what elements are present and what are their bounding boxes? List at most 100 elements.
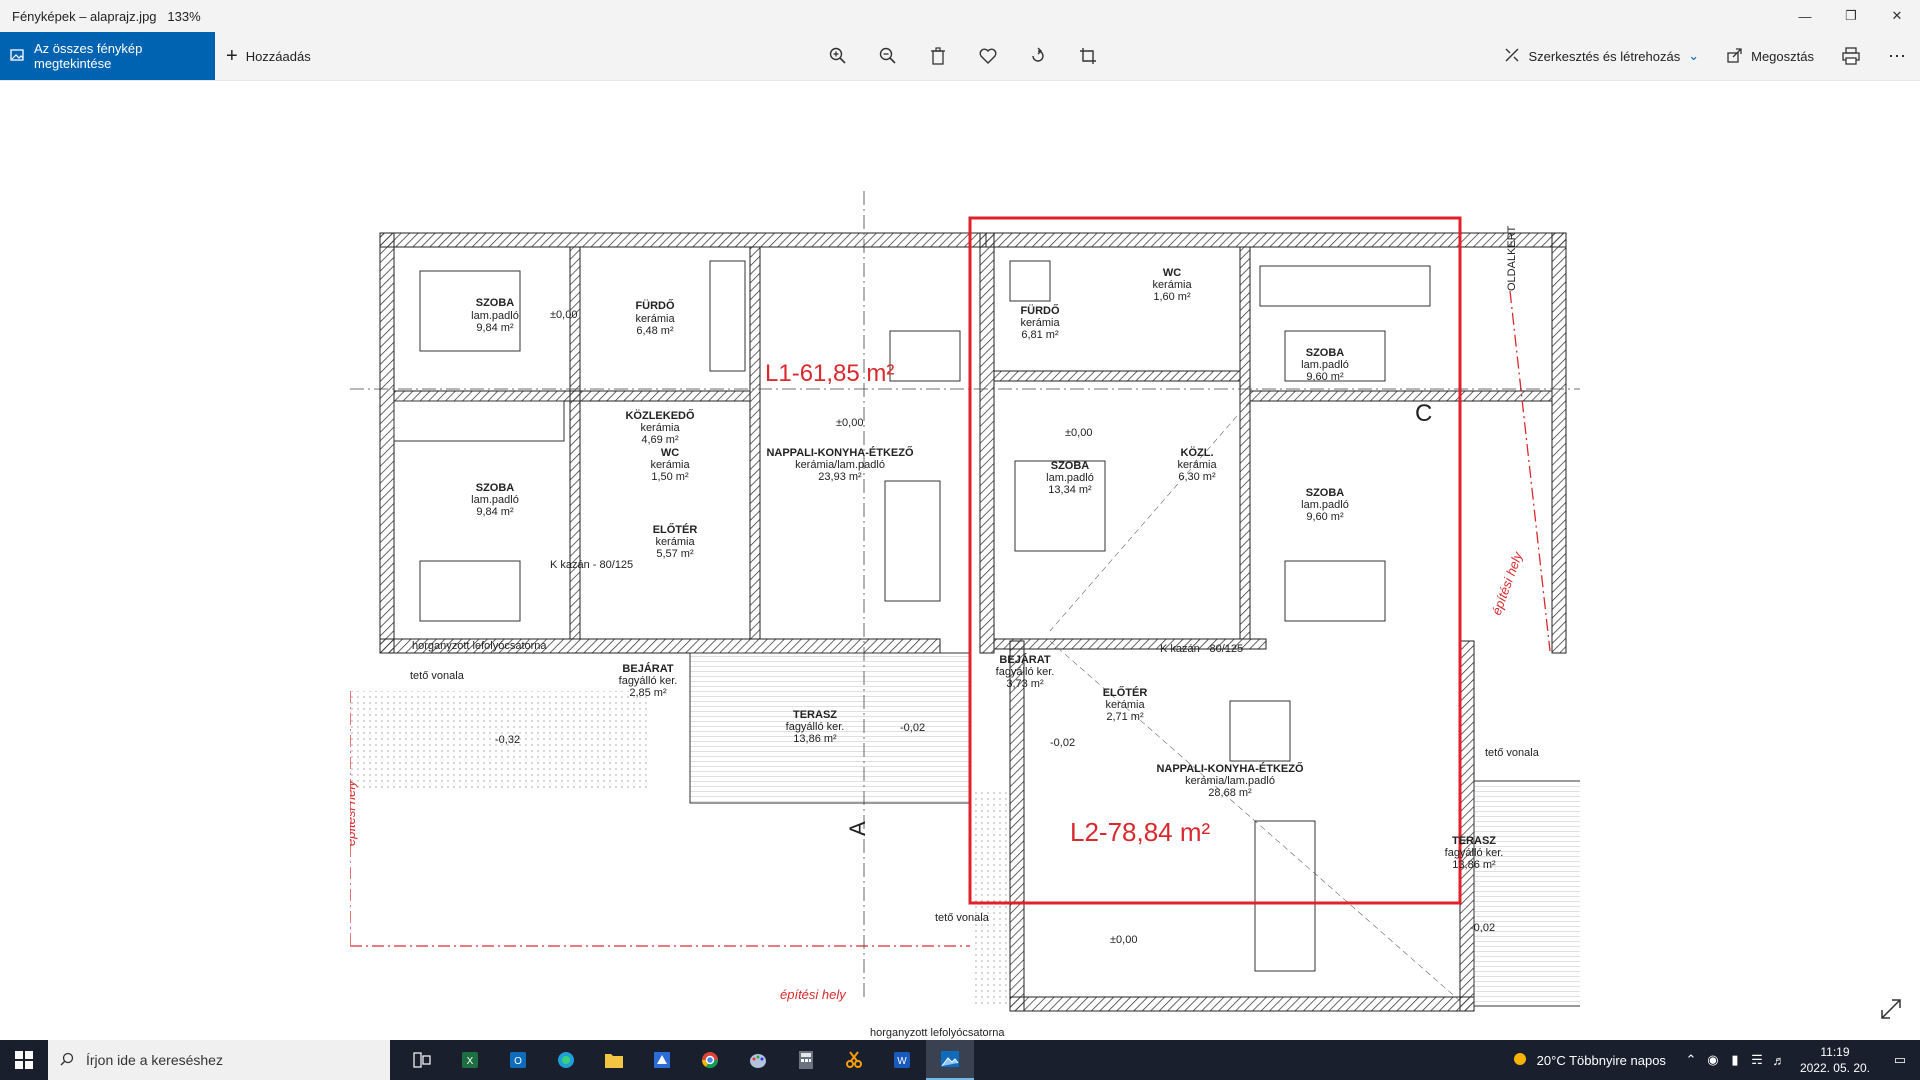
- wardrobe-1: [393, 400, 565, 442]
- svg-text:KÖZL.: KÖZL.: [1181, 446, 1214, 459]
- svg-text:fagyálló ker.: fagyálló ker.: [786, 721, 845, 733]
- wall-right-lower: [1459, 640, 1475, 1012]
- windows-start-icon[interactable]: [0, 1040, 48, 1080]
- photos-icon: [10, 48, 24, 65]
- svg-text:9,84 m²: 9,84 m²: [476, 322, 514, 334]
- svg-text:-0,02: -0,02: [1470, 922, 1495, 934]
- outlook-icon[interactable]: O: [494, 1040, 542, 1080]
- zoom-in-icon[interactable]: [820, 38, 856, 74]
- svg-text:5,57 m²: 5,57 m²: [656, 548, 694, 560]
- svg-text:kerámia/lam.padló: kerámia/lam.padló: [795, 459, 885, 471]
- photos-app-icon[interactable]: [926, 1040, 974, 1080]
- snipping-tool-icon[interactable]: [830, 1040, 878, 1080]
- battery-icon[interactable]: ▮: [1724, 1040, 1746, 1080]
- svg-text:23,93 m²: 23,93 m²: [818, 471, 862, 483]
- svg-text:±0,00: ±0,00: [1065, 427, 1092, 439]
- rotate-icon[interactable]: [1020, 38, 1056, 74]
- zoom-out-icon[interactable]: [870, 38, 906, 74]
- notifications-icon[interactable]: ▭: [1880, 1040, 1920, 1080]
- file-explorer-icon[interactable]: [590, 1040, 638, 1080]
- volume-icon[interactable]: ♬: [1768, 1040, 1790, 1080]
- table-2: [1229, 700, 1291, 762]
- share-button[interactable]: Megosztás: [1713, 32, 1828, 80]
- network-icon[interactable]: ☴: [1746, 1040, 1768, 1080]
- svg-text:K kazán - 80/125: K kazán - 80/125: [550, 559, 633, 571]
- svg-text:kerámia: kerámia: [1020, 317, 1060, 329]
- svg-text:TERASZ: TERASZ: [1452, 835, 1496, 847]
- close-button[interactable]: ✕: [1874, 0, 1920, 32]
- svg-text:28,68 m²: 28,68 m²: [1208, 787, 1252, 799]
- svg-text:TERASZ: TERASZ: [793, 709, 837, 721]
- shower: [1009, 260, 1051, 302]
- clock[interactable]: 11:19 2022. 05. 20.: [1790, 1044, 1880, 1076]
- plan-notes: horganyzott lefolyócsatorna tető vonala …: [350, 226, 1540, 1039]
- bath-tub: [709, 260, 746, 372]
- svg-text:9,84 m²: 9,84 m²: [476, 506, 514, 518]
- plus-icon: +: [226, 44, 238, 67]
- weather-widget[interactable]: 20°C Többnyire napos: [1511, 1050, 1680, 1071]
- svg-text:lam.padló: lam.padló: [1301, 499, 1349, 511]
- svg-text:horganyzott lefolyócsatorna: horganyzott lefolyócsatorna: [870, 1027, 1005, 1039]
- svg-text:ELŐTÉR: ELŐTÉR: [653, 523, 698, 536]
- svg-text:SZOBA: SZOBA: [476, 297, 515, 309]
- word-icon[interactable]: W: [878, 1040, 926, 1080]
- image-canvas: L1-61,85 m² L2-78,84 m² A C SZOBA lam.pa…: [0, 81, 1920, 1039]
- svg-text:ELŐTÉR: ELŐTÉR: [1103, 686, 1148, 699]
- svg-text:1,50 m²: 1,50 m²: [651, 471, 689, 483]
- chrome-icon[interactable]: [686, 1040, 734, 1080]
- svg-text:K kazán - 80/125: K kazán - 80/125: [1160, 643, 1243, 655]
- svg-text:lam.padló: lam.padló: [1301, 359, 1349, 371]
- minimize-button[interactable]: —: [1782, 0, 1828, 32]
- meet-now-icon[interactable]: ◉: [1702, 1040, 1724, 1080]
- expand-icon[interactable]: [1880, 998, 1902, 1025]
- app-icon-blue[interactable]: [638, 1040, 686, 1080]
- excel-icon[interactable]: X: [446, 1040, 494, 1080]
- wall-top-right: [985, 232, 1567, 248]
- edit-create-button[interactable]: Szerkesztés és létrehozás ⌄: [1490, 32, 1713, 80]
- svg-text:-0,02: -0,02: [1050, 737, 1075, 749]
- l1-area-label: L1-61,85 m²: [765, 360, 894, 387]
- paint-icon[interactable]: [734, 1040, 782, 1080]
- floor-plan-image: L1-61,85 m² L2-78,84 m² A C SZOBA lam.pa…: [350, 191, 1580, 1039]
- wall-inner-left-2: [749, 246, 761, 640]
- wall-inner-h3: [1249, 390, 1553, 402]
- svg-text:FÜRDŐ: FÜRDŐ: [635, 299, 675, 312]
- edge-icon[interactable]: [542, 1040, 590, 1080]
- all-photos-button[interactable]: Az összes fénykép megtekintése: [0, 32, 215, 80]
- svg-text:2,71 m²: 2,71 m²: [1106, 711, 1144, 723]
- svg-text:NAPPALI-KONYHA-ÉTKEZŐ: NAPPALI-KONYHA-ÉTKEZŐ: [1156, 762, 1304, 775]
- l2-area-label: L2-78,84 m²: [1070, 817, 1211, 847]
- bed-2: [419, 560, 521, 622]
- more-icon[interactable]: ⋯: [1874, 32, 1920, 80]
- svg-text:WC: WC: [1163, 267, 1181, 279]
- delete-icon[interactable]: [920, 38, 956, 74]
- add-button[interactable]: + Hozzáadás: [226, 32, 311, 80]
- sun-icon: [1511, 1050, 1529, 1071]
- restore-button[interactable]: ❐: [1828, 0, 1874, 32]
- bed-4: [1284, 560, 1386, 622]
- svg-text:1,60 m²: 1,60 m²: [1153, 291, 1191, 303]
- section-a-marker: A: [845, 821, 870, 836]
- wall-mid: [979, 232, 995, 654]
- print-icon[interactable]: [1828, 32, 1874, 80]
- wall-inner-right-1: [1239, 246, 1251, 640]
- favorite-icon[interactable]: [970, 38, 1006, 74]
- wall-right: [1551, 232, 1567, 654]
- crop-icon[interactable]: [1070, 38, 1106, 74]
- wall-inner-left-1: [569, 246, 581, 640]
- svg-text:KÖZLEKEDŐ: KÖZLEKEDŐ: [625, 409, 695, 422]
- svg-text:kerámia: kerámia: [650, 459, 690, 471]
- svg-text:6,81 m²: 6,81 m²: [1021, 329, 1059, 341]
- svg-text:tető vonala: tető vonala: [1485, 747, 1540, 759]
- task-view-icon[interactable]: [398, 1040, 446, 1080]
- window-title: Fényképek – alaprajz.jpg 133%: [12, 8, 201, 24]
- svg-text:4,69 m²: 4,69 m²: [641, 434, 679, 446]
- title-bar: Fényképek – alaprajz.jpg 133% — ❐ ✕: [0, 0, 1920, 32]
- taskbar-search[interactable]: Írjon ide a kereséshez: [48, 1040, 390, 1080]
- building-line-right: [1509, 290, 1551, 652]
- chevron-down-icon: ⌄: [1688, 48, 1700, 63]
- search-icon: [60, 1052, 74, 1069]
- svg-text:tető vonala: tető vonala: [935, 912, 990, 924]
- calculator-icon[interactable]: [782, 1040, 830, 1080]
- chevron-up-icon[interactable]: ⌃: [1680, 1040, 1702, 1080]
